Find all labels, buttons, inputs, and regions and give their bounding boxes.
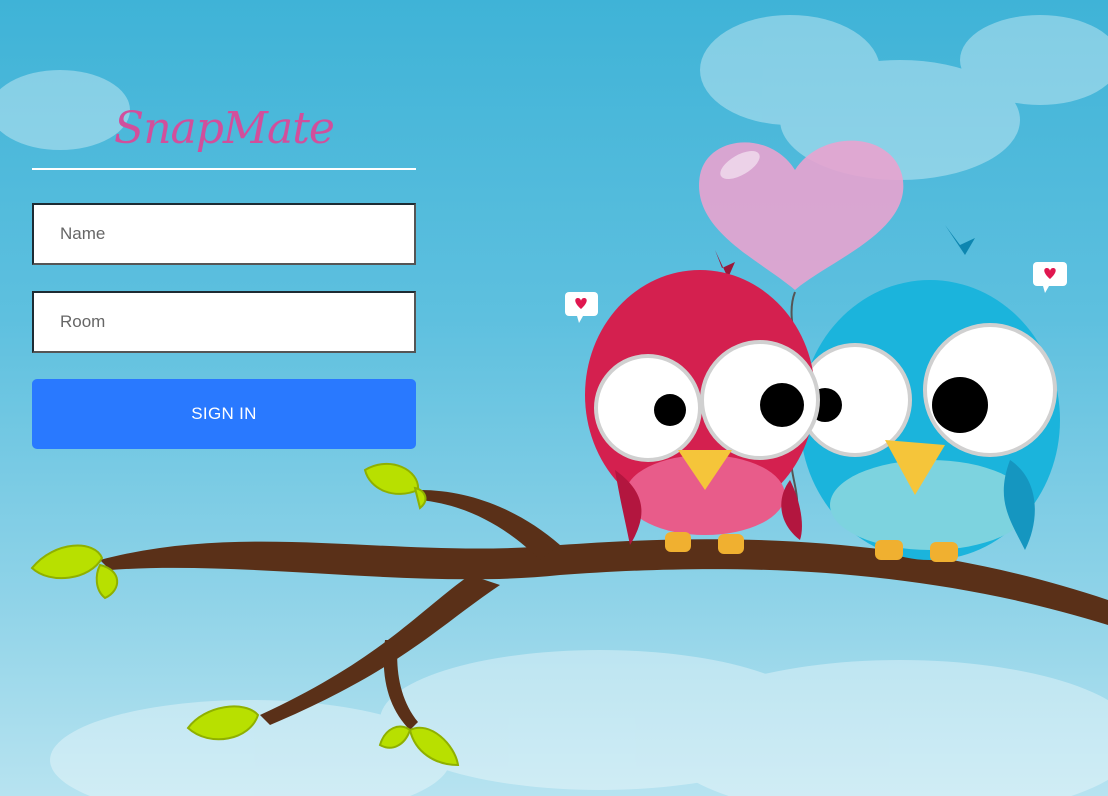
heart-speech-bubble-left	[565, 292, 598, 323]
red-bird	[585, 250, 820, 554]
login-panel: SnapMate SIGN IN	[32, 90, 416, 449]
logo-divider	[32, 168, 416, 170]
heart-speech-bubble-right	[1033, 262, 1067, 293]
sign-in-button[interactable]: SIGN IN	[32, 379, 416, 449]
app-logo: SnapMate	[114, 103, 335, 154]
room-input[interactable]	[32, 291, 416, 353]
blue-bird	[798, 225, 1060, 562]
name-input[interactable]	[32, 203, 416, 265]
